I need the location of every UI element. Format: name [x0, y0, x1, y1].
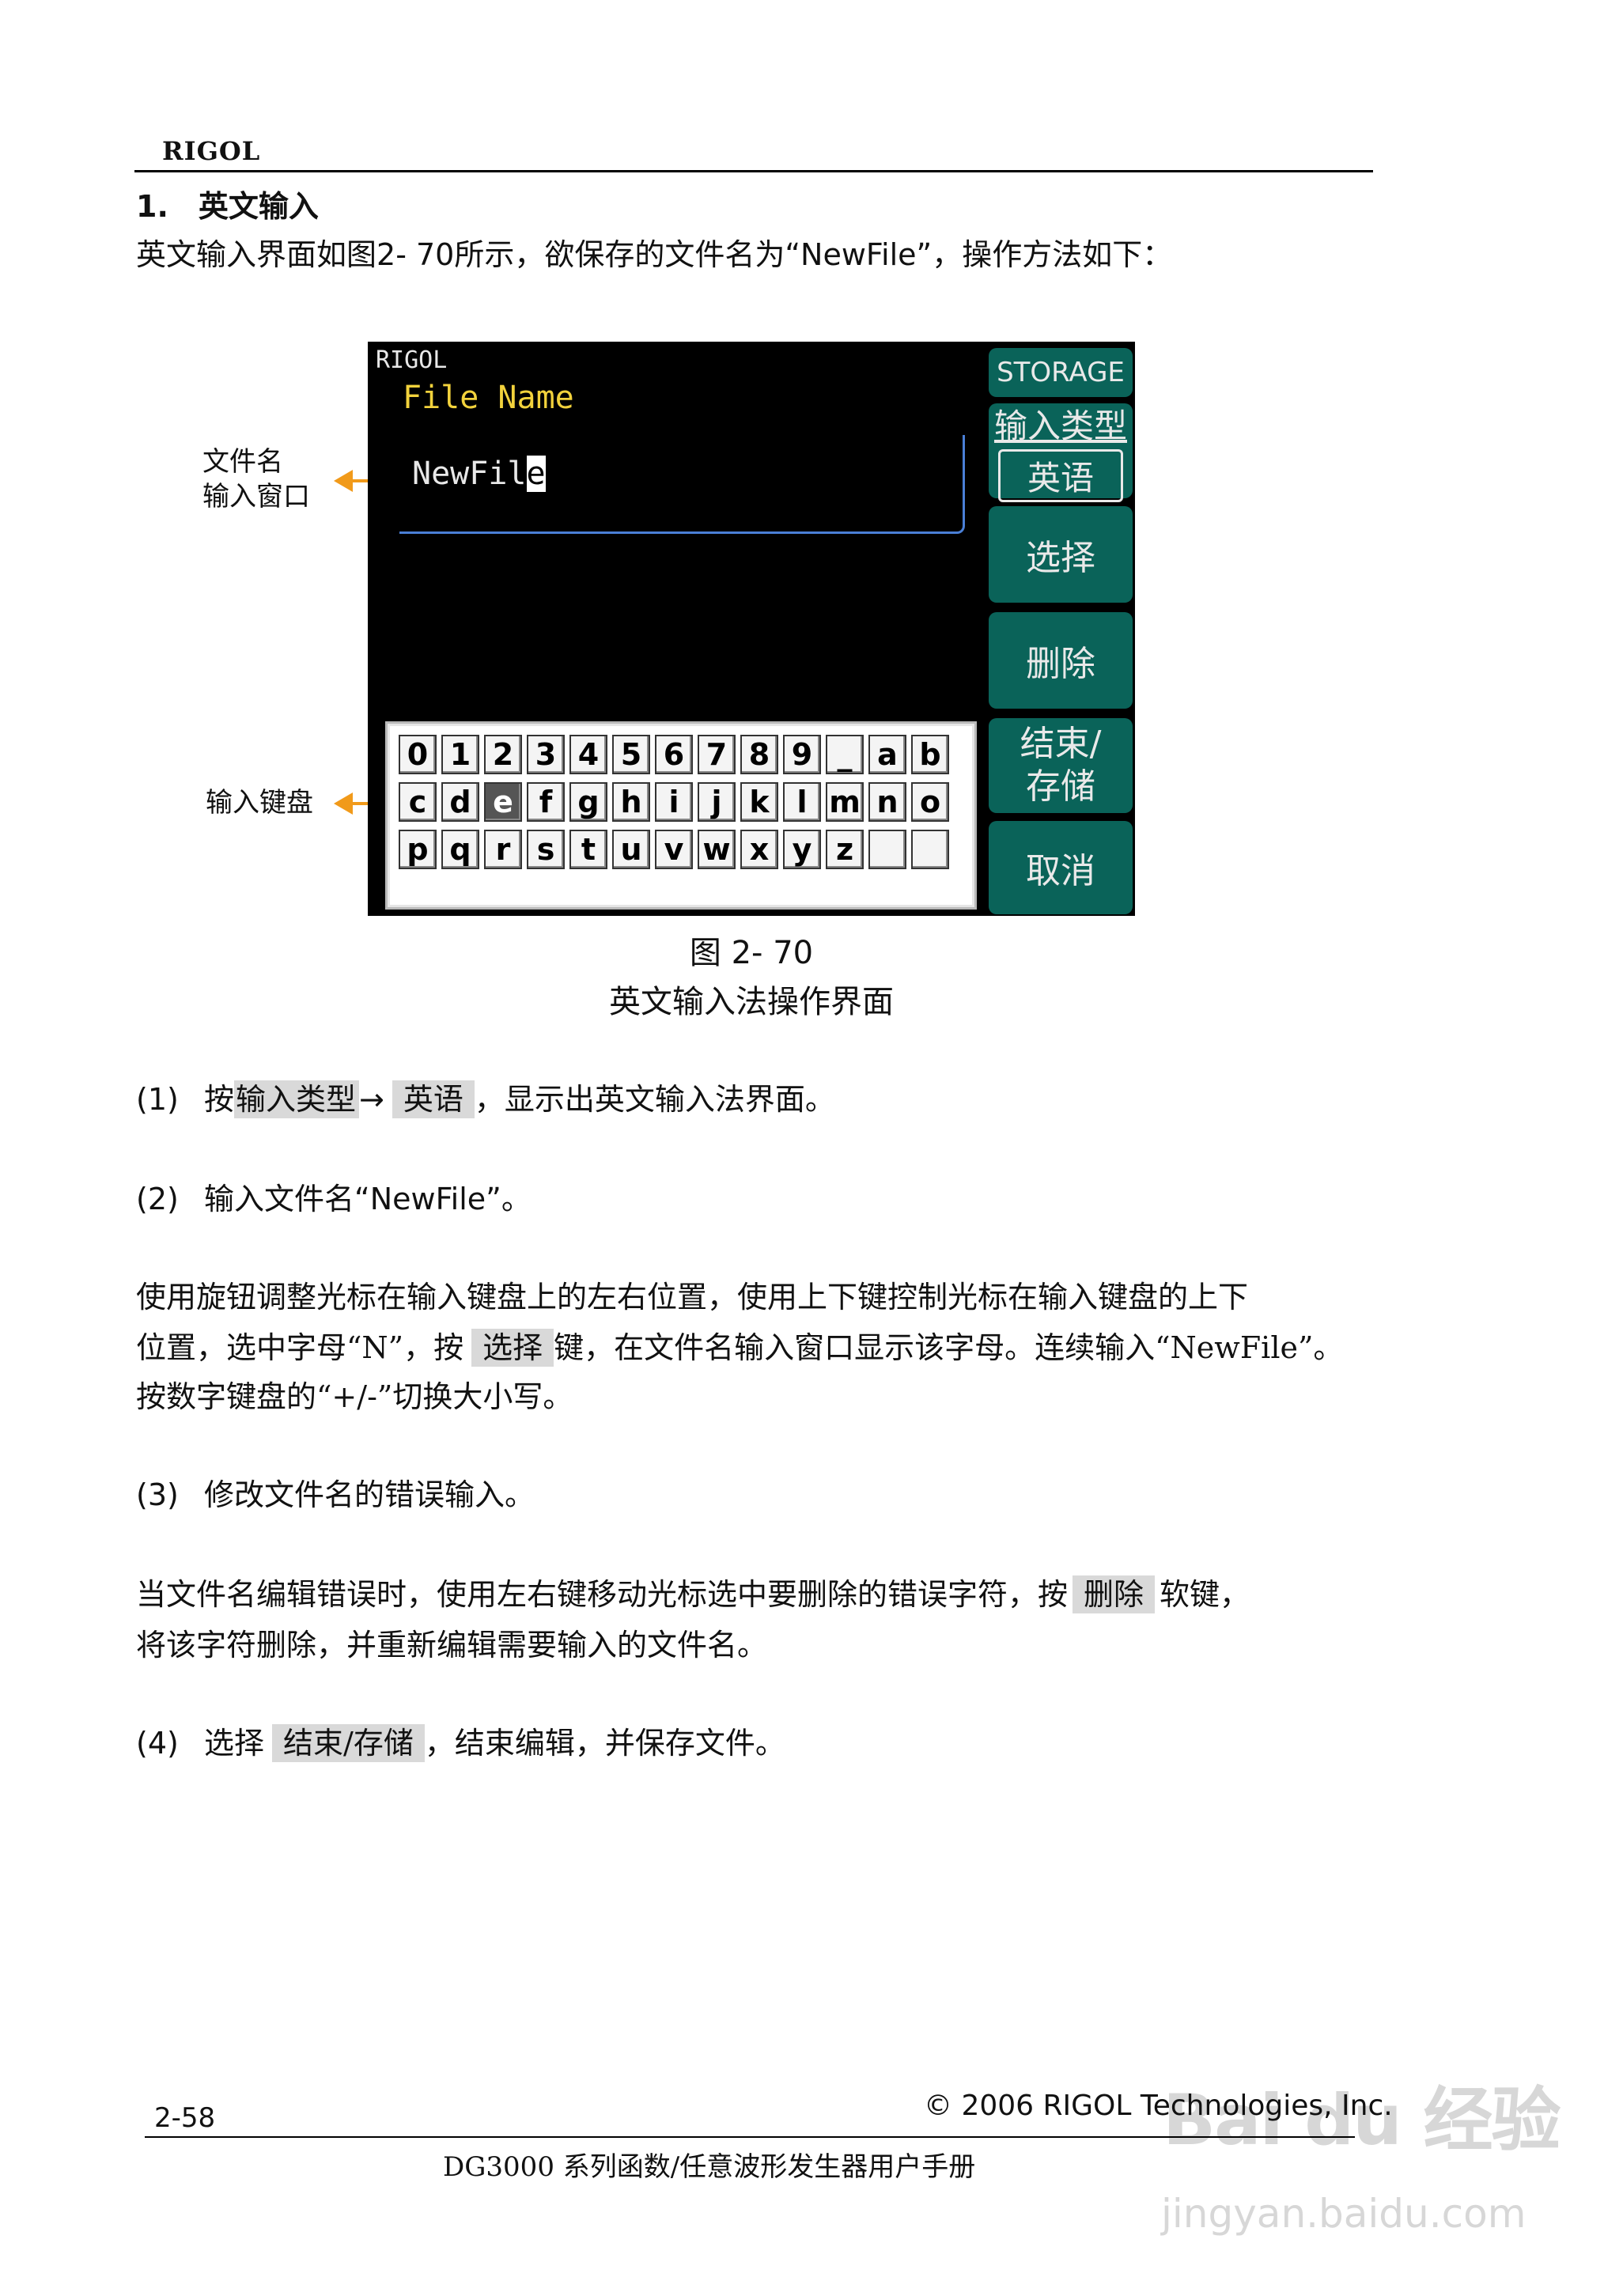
keyboard-key[interactable]: y [783, 830, 821, 869]
key-input-type: 输入类型 [234, 1080, 360, 1118]
callout-keyboard: 输入键盘 [206, 787, 313, 819]
step-2-body-line: 使用旋钮调整光标在输入键盘上的左右位置，使用上下键控制光标在输入键盘的上下 [136, 1280, 1249, 1314]
step-2-body-line: 按数字键盘的“+/-”切换大小写。 [136, 1379, 573, 1414]
keyboard-key[interactable]: 2 [484, 735, 522, 774]
keyboard-key[interactable]: h [612, 782, 650, 822]
keyboard-key[interactable] [868, 830, 906, 869]
filename-value: NewFile [412, 456, 546, 492]
screen-title: File Name [403, 380, 574, 416]
target-filename: “NewFile” [785, 237, 933, 272]
keyboard-key[interactable]: 5 [612, 735, 650, 774]
callout-filename-window: 文件名 输入窗口 [202, 446, 310, 513]
text-cursor: e [526, 456, 546, 492]
header-rule [134, 170, 1373, 172]
keyboard-key[interactable]: k [740, 782, 778, 822]
step-3-body-line: 将该字符删除，并重新编辑需要输入的文件名。 [136, 1628, 768, 1662]
keyboard-key[interactable]: q [441, 830, 479, 869]
keyboard-key[interactable]: t [569, 830, 607, 869]
keyboard-key[interactable]: b [911, 735, 949, 774]
header-brand: RIGOL [162, 136, 261, 166]
softkey-storage[interactable]: STORAGE [989, 348, 1133, 397]
softkey-cancel[interactable]: 取消 [989, 821, 1133, 914]
footer-copyright: © 2006 RIGOL Technologies, Inc. [924, 2090, 1393, 2122]
keyboard-key[interactable]: f [527, 782, 565, 822]
input-keyboard: 0 1 2 3 4 5 6 7 8 9 _ a b cdefghijklmno pqrstuvwxyz [385, 721, 977, 910]
keyboard-key[interactable]: 3 [527, 735, 565, 774]
footer-rule [145, 2136, 1355, 2138]
keyboard-key[interactable]: 4 [569, 735, 607, 774]
keyboard-row: pqrstuvwxyz [399, 830, 949, 869]
keyboard-key[interactable]: e [484, 782, 522, 822]
keyboard-key[interactable]: 6 [655, 735, 693, 774]
keyboard-key[interactable]: n [868, 782, 906, 822]
keyboard-key[interactable]: r [484, 830, 522, 869]
watermark-url: jingyan.baidu.com [1161, 2191, 1527, 2237]
keyboard-key[interactable]: i [655, 782, 693, 822]
callout-arrow-head [334, 792, 353, 815]
softkey-input-type-label: 输入类型 [993, 407, 1127, 445]
keyboard-key[interactable]: a [868, 735, 906, 774]
keyboard-key[interactable]: w [698, 830, 736, 869]
step-3: (3) 修改文件名的错误输入。 [136, 1477, 535, 1512]
softkey-column: STORAGE 输入类型 英语 选择 删除 结束/ 存储 取消 [989, 342, 1135, 916]
keyboard-key[interactable]: 7 [698, 735, 736, 774]
keyboard-key[interactable]: z [826, 830, 864, 869]
keyboard-row: 0 1 2 3 4 5 6 7 8 9 _ a b [399, 735, 949, 774]
screen-brand: RIGOL [376, 346, 448, 374]
step-2: (2) 输入文件名“NewFile”。 [136, 1182, 532, 1216]
keyboard-key[interactable]: o [911, 782, 949, 822]
softkey-input-type[interactable]: 输入类型 英语 [989, 403, 1133, 502]
figure-reference: 2- 70 [376, 237, 455, 272]
keyboard-key[interactable]: g [569, 782, 607, 822]
keyboard-key[interactable]: 0 [399, 735, 437, 774]
keyboard-key[interactable]: l [783, 782, 821, 822]
footer-manual-title: DG3000 系列函数/任意波形发生器用户手册 [443, 2151, 976, 2183]
figure-caption: 英文输入法操作界面 [609, 984, 894, 1020]
key-english: 英语 [392, 1080, 475, 1118]
keyboard-row: cdefghijklmno [399, 782, 949, 822]
keyboard-key[interactable]: 1 [441, 735, 479, 774]
softkey-input-type-value: 英语 [997, 449, 1123, 502]
keyboard-key[interactable]: d [441, 782, 479, 822]
arrow-icon: → [359, 1082, 384, 1117]
step-1: (1) 按输入类型 → 英语 ，显示出英文输入法界面。 [136, 1080, 835, 1118]
keyboard-key[interactable]: u [612, 830, 650, 869]
keyboard-key[interactable]: _ [826, 735, 864, 774]
footer-page-number: 2-58 [154, 2102, 216, 2134]
keyboard-key[interactable]: x [740, 830, 778, 869]
keyboard-key[interactable]: p [399, 830, 437, 869]
key-delete: 删除 [1073, 1575, 1156, 1613]
keyboard-key[interactable]: v [655, 830, 693, 869]
section-number: 1. [136, 189, 168, 224]
keyboard-key[interactable]: j [698, 782, 736, 822]
softkey-finish-save[interactable]: 结束/ 存储 [989, 718, 1133, 813]
section-title: 英文输入 [198, 188, 319, 224]
key-finish-save: 结束/存储 [272, 1724, 425, 1762]
keyboard-key[interactable]: s [527, 830, 565, 869]
keyboard-key[interactable]: 8 [740, 735, 778, 774]
intro-paragraph: 英文输入界面如图2- 70所示，欲保存的文件名为“NewFile”，操作方法如下… [136, 237, 1173, 272]
step-4: (4) 选择 结束/存储 ，结束编辑，并保存文件。 [136, 1724, 785, 1762]
instrument-screen: RIGOL File Name NewFile 0 1 2 3 4 5 6 7 8 9 _ a b cd… [368, 342, 1135, 916]
key-select: 选择 [471, 1329, 554, 1367]
callout-arrow-head [334, 470, 353, 492]
step-3-body-line: 当文件名编辑错误时，使用左右键移动光标选中要删除的错误字符，按 删除 软键， [136, 1575, 1250, 1613]
keyboard-key[interactable]: m [826, 782, 864, 822]
step-2-body-line: 位置，选中字母“N”，按 选择 键，在文件名输入窗口显示该字母。连续输入“NewFi… [136, 1329, 1344, 1367]
section-heading: 1. 英文输入 [136, 182, 319, 225]
keyboard-key[interactable]: 9 [783, 735, 821, 774]
softkey-select[interactable]: 选择 [989, 506, 1133, 603]
keyboard-key[interactable]: c [399, 782, 437, 822]
softkey-delete[interactable]: 删除 [989, 612, 1133, 709]
figure-label: 图 2- 70 [689, 935, 814, 971]
keyboard-key[interactable] [911, 830, 949, 869]
